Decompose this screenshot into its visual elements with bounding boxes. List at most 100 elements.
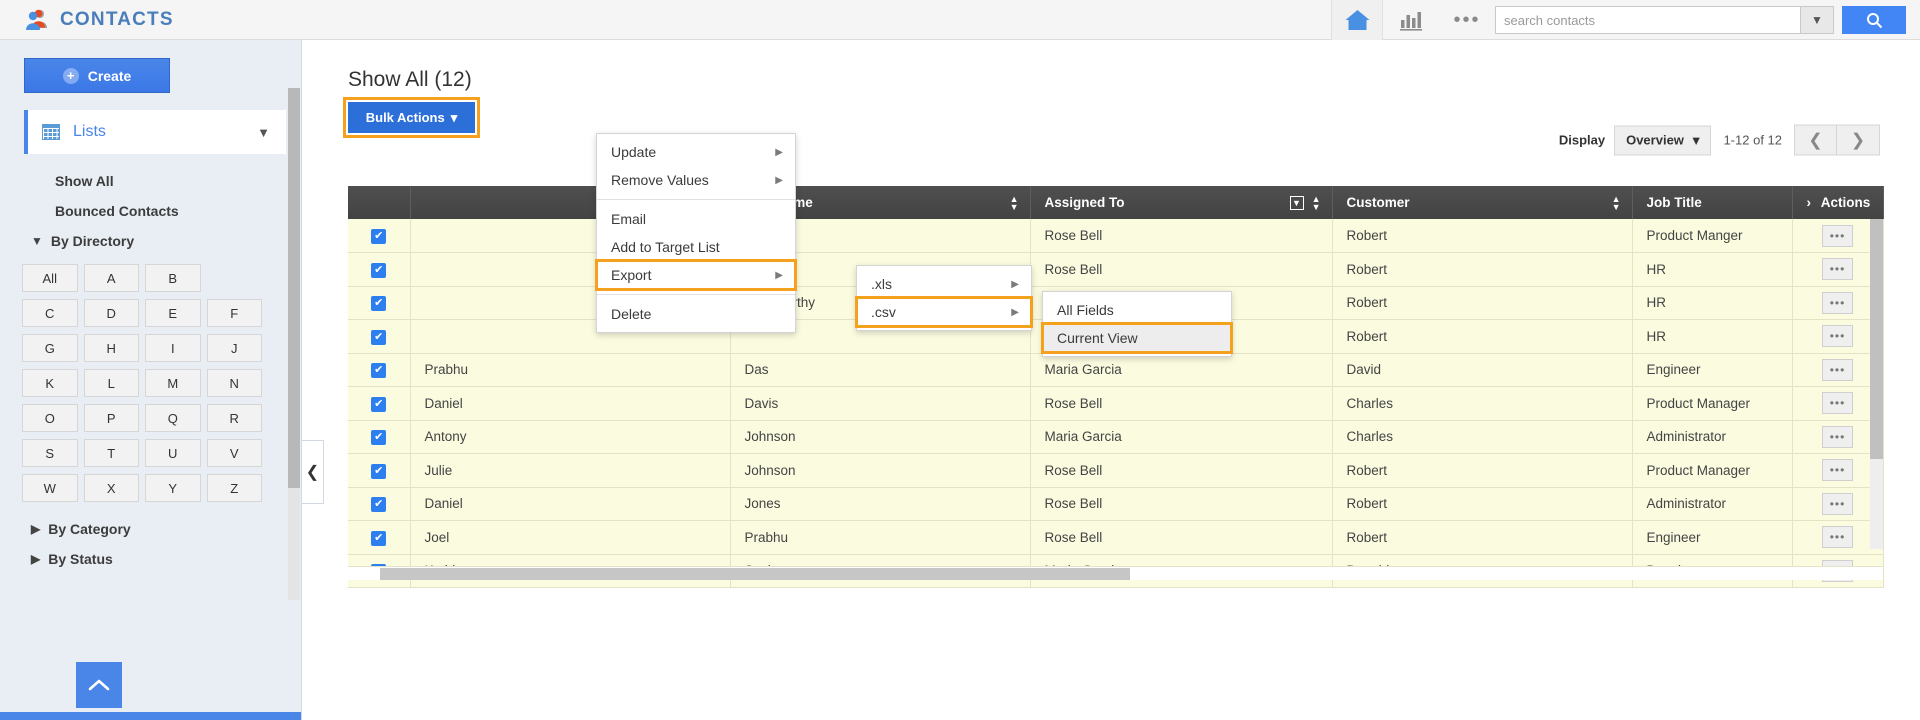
row-checkbox-checked-icon[interactable]: ✔ bbox=[371, 464, 386, 479]
column-header-customer[interactable]: Customer ▲▼ bbox=[1332, 186, 1632, 219]
bar-chart-icon[interactable] bbox=[1383, 0, 1439, 40]
menu-item-export[interactable]: Export ▶ bbox=[597, 261, 795, 289]
alpha-btn-u[interactable]: U bbox=[145, 439, 201, 467]
row-checkbox-checked-icon[interactable]: ✔ bbox=[371, 430, 386, 445]
table-row[interactable]: ✔DanielJonesRose BellRobertAdministrator… bbox=[348, 487, 1883, 521]
row-actions-ellipsis-icon[interactable]: ••• bbox=[1822, 392, 1853, 414]
table-row[interactable]: ✔BrownRose BellRobertHR••• bbox=[348, 253, 1883, 287]
row-checkbox-checked-icon[interactable]: ✔ bbox=[371, 330, 386, 345]
sidebar-group-by-status[interactable]: ▶ By Status bbox=[31, 544, 301, 574]
alpha-btn-r[interactable]: R bbox=[207, 404, 263, 432]
sidebar-item-show-all[interactable]: Show All bbox=[55, 166, 301, 196]
alpha-btn-x[interactable]: X bbox=[84, 474, 140, 502]
alpha-btn-i[interactable]: I bbox=[145, 334, 201, 362]
alpha-btn-g[interactable]: G bbox=[22, 334, 78, 362]
sort-icon[interactable]: ▲▼ bbox=[1010, 195, 1019, 211]
alpha-btn-s[interactable]: S bbox=[22, 439, 78, 467]
row-actions-ellipsis-icon[interactable]: ••• bbox=[1822, 258, 1853, 280]
sort-icon[interactable]: ▲▼ bbox=[1312, 195, 1321, 211]
search-scope-chevron-down-icon[interactable]: ▼ bbox=[1800, 6, 1834, 34]
row-actions-ellipsis-icon[interactable]: ••• bbox=[1822, 526, 1853, 548]
search-button[interactable] bbox=[1842, 6, 1906, 34]
row-checkbox-checked-icon[interactable]: ✔ bbox=[371, 296, 386, 311]
row-select-cell[interactable]: ✔ bbox=[348, 353, 410, 387]
alpha-btn-k[interactable]: K bbox=[22, 369, 78, 397]
chevron-down-icon[interactable]: ▼ bbox=[257, 125, 270, 140]
row-checkbox-checked-icon[interactable]: ✔ bbox=[371, 397, 386, 412]
alpha-btn-q[interactable]: Q bbox=[145, 404, 201, 432]
row-select-cell[interactable]: ✔ bbox=[348, 219, 410, 253]
alpha-btn-v[interactable]: V bbox=[207, 439, 263, 467]
sidebar-group-by-category[interactable]: ▶ By Category bbox=[31, 514, 301, 544]
menu-item-delete[interactable]: Delete bbox=[597, 300, 795, 328]
row-actions-ellipsis-icon[interactable]: ••• bbox=[1822, 359, 1853, 381]
row-actions-ellipsis-icon[interactable]: ••• bbox=[1822, 426, 1853, 448]
alpha-btn-o[interactable]: O bbox=[22, 404, 78, 432]
row-checkbox-checked-icon[interactable]: ✔ bbox=[371, 229, 386, 244]
menu-item-add-to-target-list[interactable]: Add to Target List bbox=[597, 233, 795, 261]
home-icon[interactable] bbox=[1331, 0, 1383, 40]
column-header-assigned-to[interactable]: Assigned To ▼ ▲▼ bbox=[1030, 186, 1332, 219]
table-row[interactable]: ✔PrabhuDasMaria GarciaDavidEngineer••• bbox=[348, 353, 1883, 387]
display-view-select[interactable]: Overview ▾ bbox=[1614, 125, 1711, 155]
alpha-btn-j[interactable]: J bbox=[207, 334, 263, 362]
table-horizontal-scrollbar[interactable] bbox=[348, 566, 1883, 580]
sidebar-scrollbar-thumb[interactable] bbox=[288, 88, 300, 488]
menu-item-email[interactable]: Email bbox=[597, 205, 795, 233]
alpha-btn-a[interactable]: A bbox=[84, 264, 140, 292]
alpha-btn-y[interactable]: Y bbox=[145, 474, 201, 502]
sidebar-scrollbar[interactable] bbox=[288, 88, 300, 600]
row-select-cell[interactable]: ✔ bbox=[348, 320, 410, 354]
alpha-btn-h[interactable]: H bbox=[84, 334, 140, 362]
row-select-cell[interactable]: ✔ bbox=[348, 420, 410, 454]
menu-item-xls[interactable]: .xls ▶ bbox=[857, 270, 1031, 298]
table-vertical-scrollbar-thumb[interactable] bbox=[1870, 219, 1883, 459]
scroll-to-top-button[interactable] bbox=[76, 662, 122, 708]
sort-icon[interactable]: ▲▼ bbox=[1612, 195, 1621, 211]
table-row[interactable]: ✔JulieJohnsonRose BellRobertProduct Mana… bbox=[348, 454, 1883, 488]
alpha-btn-n[interactable]: N bbox=[207, 369, 263, 397]
sidebar-collapse-handle[interactable]: ❮ bbox=[302, 440, 324, 504]
row-actions-ellipsis-icon[interactable]: ••• bbox=[1822, 292, 1853, 314]
bulk-actions-button[interactable]: Bulk Actions ▾ bbox=[348, 102, 475, 133]
alpha-btn-w[interactable]: W bbox=[22, 474, 78, 502]
table-vertical-scrollbar[interactable] bbox=[1870, 219, 1883, 549]
row-select-cell[interactable]: ✔ bbox=[348, 487, 410, 521]
menu-item-current-view[interactable]: Current View bbox=[1043, 324, 1231, 352]
alpha-btn-b[interactable]: B bbox=[145, 264, 201, 292]
row-select-cell[interactable]: ✔ bbox=[348, 253, 410, 287]
row-select-cell[interactable]: ✔ bbox=[348, 286, 410, 320]
pagination-next-button[interactable]: ❯ bbox=[1837, 125, 1880, 156]
row-select-cell[interactable]: ✔ bbox=[348, 454, 410, 488]
column-header-select[interactable] bbox=[348, 186, 410, 219]
row-checkbox-checked-icon[interactable]: ✔ bbox=[371, 531, 386, 546]
table-row[interactable]: ✔BrownRose BellRobertProduct Manger••• bbox=[348, 219, 1883, 253]
column-header-actions[interactable]: › Actions bbox=[1792, 186, 1883, 219]
menu-item-update[interactable]: Update ▶ bbox=[597, 138, 795, 166]
row-select-cell[interactable]: ✔ bbox=[348, 521, 410, 555]
sidebar-item-bounced-contacts[interactable]: Bounced Contacts bbox=[55, 196, 301, 226]
alpha-btn-f[interactable]: F bbox=[207, 299, 263, 327]
alpha-btn-e[interactable]: E bbox=[145, 299, 201, 327]
alpha-btn-all[interactable]: All bbox=[22, 264, 78, 292]
row-select-cell[interactable]: ✔ bbox=[348, 387, 410, 421]
alpha-btn-l[interactable]: L bbox=[84, 369, 140, 397]
table-row[interactable]: ✔AntonyJohnsonMaria GarciaCharlesAdminis… bbox=[348, 420, 1883, 454]
search-input[interactable] bbox=[1495, 6, 1800, 34]
row-checkbox-checked-icon[interactable]: ✔ bbox=[371, 497, 386, 512]
pagination-prev-button[interactable]: ❮ bbox=[1794, 125, 1837, 156]
alpha-btn-c[interactable]: C bbox=[22, 299, 78, 327]
alpha-btn-m[interactable]: M bbox=[145, 369, 201, 397]
menu-item-remove-values[interactable]: Remove Values ▶ bbox=[597, 166, 795, 194]
table-row[interactable]: ✔DanielDavisRose BellCharlesProduct Mana… bbox=[348, 387, 1883, 421]
row-checkbox-checked-icon[interactable]: ✔ bbox=[371, 263, 386, 278]
alpha-btn-p[interactable]: P bbox=[84, 404, 140, 432]
ellipsis-icon[interactable]: ••• bbox=[1439, 0, 1495, 40]
filter-icon[interactable]: ▼ bbox=[1290, 196, 1304, 210]
row-actions-ellipsis-icon[interactable]: ••• bbox=[1822, 459, 1853, 481]
alpha-btn-z[interactable]: Z bbox=[207, 474, 263, 502]
sidebar-item-lists[interactable]: Lists ▼ bbox=[24, 110, 286, 154]
menu-item-csv[interactable]: .csv ▶ bbox=[857, 298, 1031, 326]
create-button[interactable]: + Create bbox=[24, 58, 170, 93]
menu-item-all-fields[interactable]: All Fields bbox=[1043, 296, 1231, 324]
